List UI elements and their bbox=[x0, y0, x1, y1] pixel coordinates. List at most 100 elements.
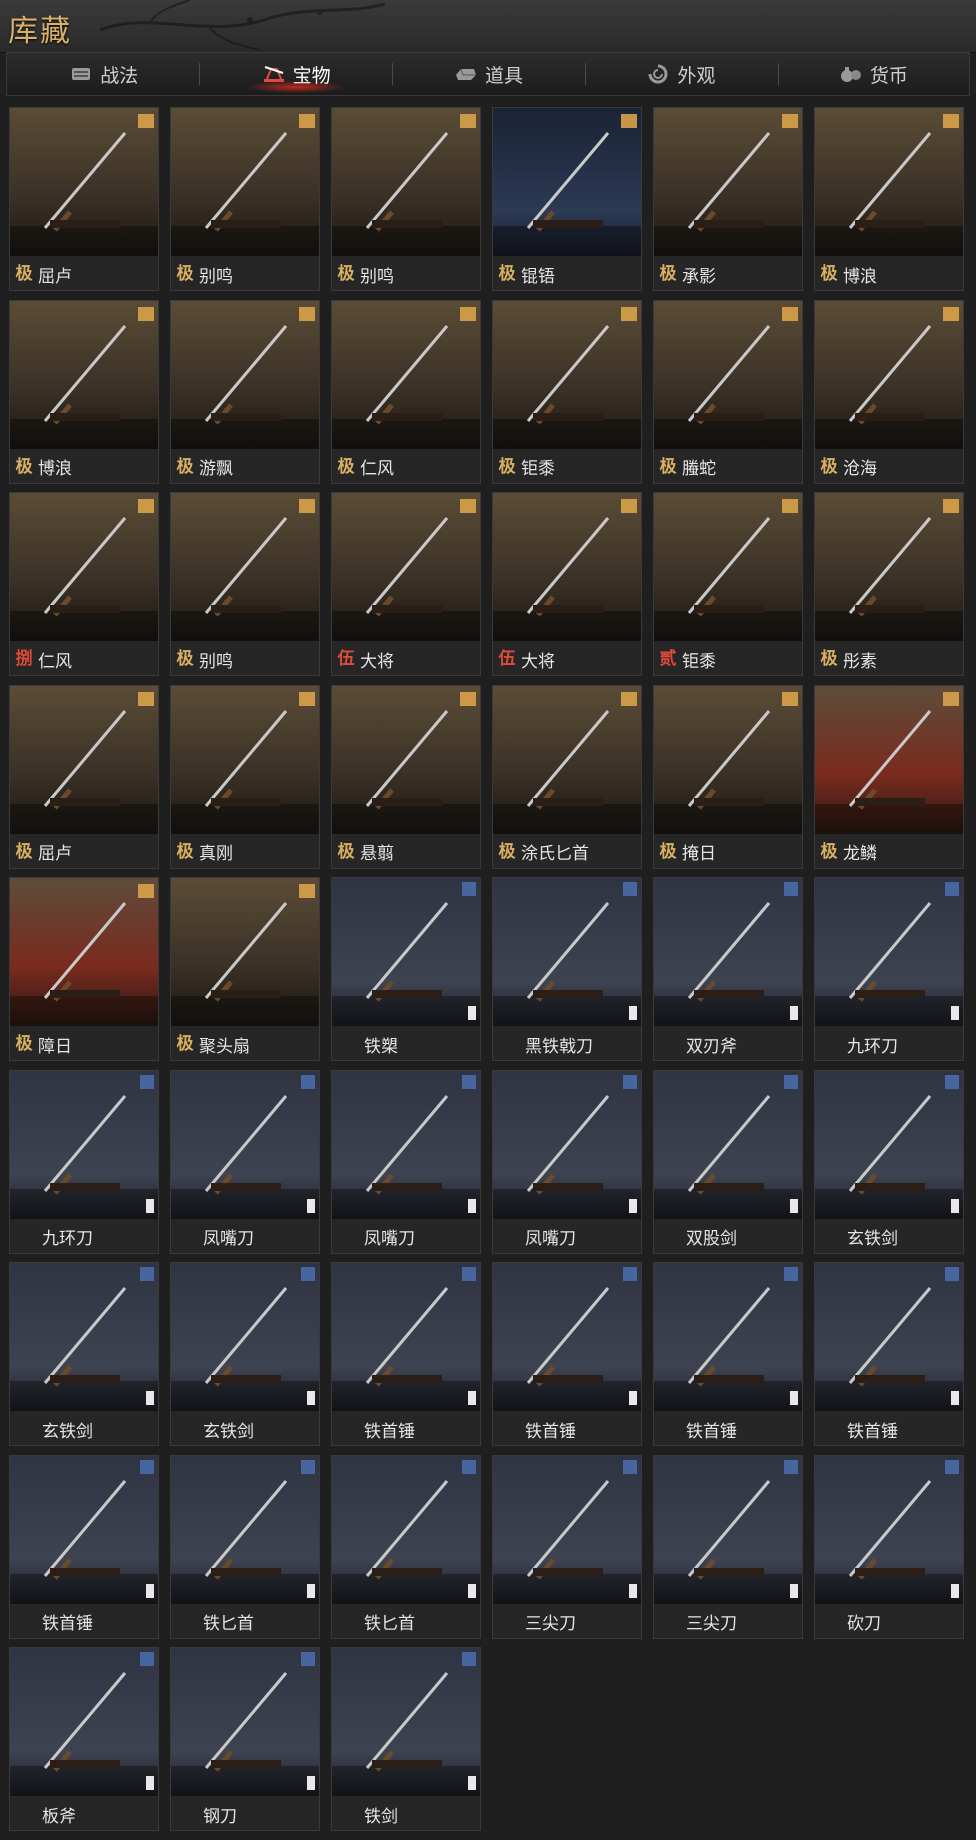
item-card[interactable]: 捌仁风 bbox=[9, 492, 159, 676]
item-card[interactable]: 极屈卢 bbox=[9, 684, 159, 869]
item-label: 极仁风 bbox=[332, 453, 480, 481]
item-card[interactable]: 极锟铻 bbox=[492, 107, 642, 291]
item-card[interactable]: 极龙鳞 bbox=[814, 684, 964, 869]
item-artwork bbox=[654, 300, 802, 449]
item-name: 博浪 bbox=[843, 266, 877, 287]
item-artwork bbox=[171, 1263, 319, 1411]
item-card[interactable]: 九环刀 bbox=[814, 877, 964, 1061]
item-name: 玄铁剑 bbox=[847, 1229, 898, 1249]
item-card[interactable]: 极别鸣 bbox=[170, 492, 320, 676]
item-card[interactable]: 极悬翦 bbox=[331, 684, 481, 869]
item-card[interactable]: 伍大将 bbox=[331, 492, 481, 676]
treasure-stand-icon bbox=[263, 66, 284, 82]
item-card[interactable]: 凤嘴刀 bbox=[170, 1069, 320, 1254]
item-artwork bbox=[654, 1455, 802, 1604]
item-card[interactable]: 铁剑 bbox=[331, 1647, 481, 1831]
item-card[interactable]: 钢刀 bbox=[170, 1647, 320, 1831]
rank-badge: 极 bbox=[176, 1034, 194, 1054]
item-card[interactable]: 凤嘴刀 bbox=[492, 1069, 642, 1254]
item-card[interactable]: 玄铁剑 bbox=[814, 1069, 964, 1254]
item-card[interactable]: 凤嘴刀 bbox=[331, 1069, 481, 1254]
item-artwork bbox=[493, 1070, 641, 1219]
item-card[interactable]: 极障日 bbox=[9, 877, 159, 1061]
item-card[interactable]: 板斧 bbox=[9, 1647, 159, 1831]
item-card[interactable]: 黑铁戟刀 bbox=[492, 877, 642, 1061]
item-artwork bbox=[171, 1648, 319, 1796]
item-name: 沧海 bbox=[843, 459, 877, 479]
item-card[interactable]: 极别鸣 bbox=[170, 107, 320, 291]
item-card[interactable]: 极真刚 bbox=[170, 684, 320, 869]
item-name: 大将 bbox=[521, 651, 555, 672]
item-card[interactable]: 铁槊 bbox=[331, 877, 481, 1061]
item-name: 钜黍 bbox=[682, 651, 716, 672]
item-name: 螣蛇 bbox=[682, 459, 716, 479]
item-card[interactable]: 极聚头扇 bbox=[170, 877, 320, 1061]
item-card[interactable]: 铁匕首 bbox=[331, 1454, 481, 1639]
item-card[interactable]: 极涂氏匕首 bbox=[492, 684, 642, 869]
item-label: 九环刀 bbox=[10, 1223, 158, 1251]
item-name: 别鸣 bbox=[199, 651, 233, 672]
item-card[interactable]: 铁首锤 bbox=[331, 1262, 481, 1446]
item-artwork bbox=[815, 1263, 963, 1411]
rank-badge: 极 bbox=[820, 841, 838, 862]
item-label: 极别鸣 bbox=[171, 260, 319, 288]
item-card[interactable]: 九环刀 bbox=[9, 1069, 159, 1254]
item-label: 极聚头扇 bbox=[171, 1030, 319, 1058]
item-card[interactable]: 极屈卢 bbox=[9, 107, 159, 291]
item-card[interactable]: 极沧海 bbox=[814, 299, 964, 484]
item-card[interactable]: 极掩日 bbox=[653, 684, 803, 869]
tab-tactics[interactable]: 战法 bbox=[7, 53, 199, 95]
rank-badge: 极 bbox=[498, 456, 516, 477]
rank-badge: 捌 bbox=[15, 649, 33, 669]
item-card[interactable]: 极钜黍 bbox=[492, 299, 642, 484]
item-card[interactable]: 贰钜黍 bbox=[653, 492, 803, 676]
item-card[interactable]: 极博浪 bbox=[9, 299, 159, 484]
item-card[interactable]: 三尖刀 bbox=[492, 1454, 642, 1639]
tab-label: 货币 bbox=[869, 64, 908, 87]
item-name: 仁风 bbox=[38, 651, 72, 672]
item-label: 极锟铻 bbox=[493, 260, 641, 288]
item-card[interactable]: 铁首锤 bbox=[9, 1454, 159, 1639]
item-card[interactable]: 砍刀 bbox=[814, 1454, 964, 1639]
tab-currency[interactable]: 货币 bbox=[777, 53, 969, 95]
item-label: 板斧 bbox=[10, 1800, 158, 1828]
item-card[interactable]: 玄铁剑 bbox=[9, 1262, 159, 1446]
item-artwork bbox=[332, 1263, 480, 1411]
tab-treasures[interactable]: 宝物 bbox=[199, 53, 391, 95]
item-card[interactable]: 双刃斧 bbox=[653, 877, 803, 1061]
item-name: 铁首锤 bbox=[42, 1614, 93, 1634]
scroll-marker bbox=[951, 1583, 959, 1598]
item-card[interactable]: 极彤素 bbox=[814, 492, 964, 676]
item-card[interactable]: 三尖刀 bbox=[653, 1454, 803, 1639]
scroll-marker bbox=[307, 1776, 315, 1790]
scroll-marker bbox=[790, 1391, 798, 1405]
item-card[interactable]: 铁匕首 bbox=[170, 1454, 320, 1639]
item-artwork bbox=[10, 300, 158, 449]
tab-appearance[interactable]: 外观 bbox=[584, 53, 776, 95]
item-card[interactable]: 极游飘 bbox=[170, 299, 320, 484]
item-card[interactable]: 铁首锤 bbox=[492, 1262, 642, 1446]
item-card[interactable]: 极螣蛇 bbox=[653, 299, 803, 484]
item-card[interactable]: 伍大将 bbox=[492, 492, 642, 676]
item-card[interactable]: 极别鸣 bbox=[331, 107, 481, 291]
item-artwork bbox=[493, 300, 641, 449]
item-artwork bbox=[332, 1455, 480, 1604]
scroll-marker bbox=[307, 1583, 315, 1598]
item-card[interactable]: 铁首锤 bbox=[814, 1262, 964, 1446]
scroll-marker bbox=[951, 1391, 959, 1405]
item-card[interactable]: 铁首锤 bbox=[653, 1262, 803, 1446]
item-card[interactable]: 极仁风 bbox=[331, 299, 481, 484]
item-artwork bbox=[332, 493, 480, 641]
item-artwork bbox=[171, 1070, 319, 1219]
tab-props[interactable]: 道具 bbox=[392, 53, 584, 95]
item-card[interactable]: 极博浪 bbox=[814, 107, 964, 291]
item-card[interactable]: 双股剑 bbox=[653, 1069, 803, 1254]
scroll-marker bbox=[629, 1006, 637, 1020]
item-name: 凤嘴刀 bbox=[525, 1229, 576, 1249]
item-artwork bbox=[493, 1263, 641, 1411]
item-card[interactable]: 玄铁剑 bbox=[170, 1262, 320, 1446]
item-name: 屈卢 bbox=[38, 266, 72, 287]
scroll-marker bbox=[629, 1583, 637, 1598]
item-artwork bbox=[493, 878, 641, 1026]
item-card[interactable]: 极承影 bbox=[653, 107, 803, 291]
